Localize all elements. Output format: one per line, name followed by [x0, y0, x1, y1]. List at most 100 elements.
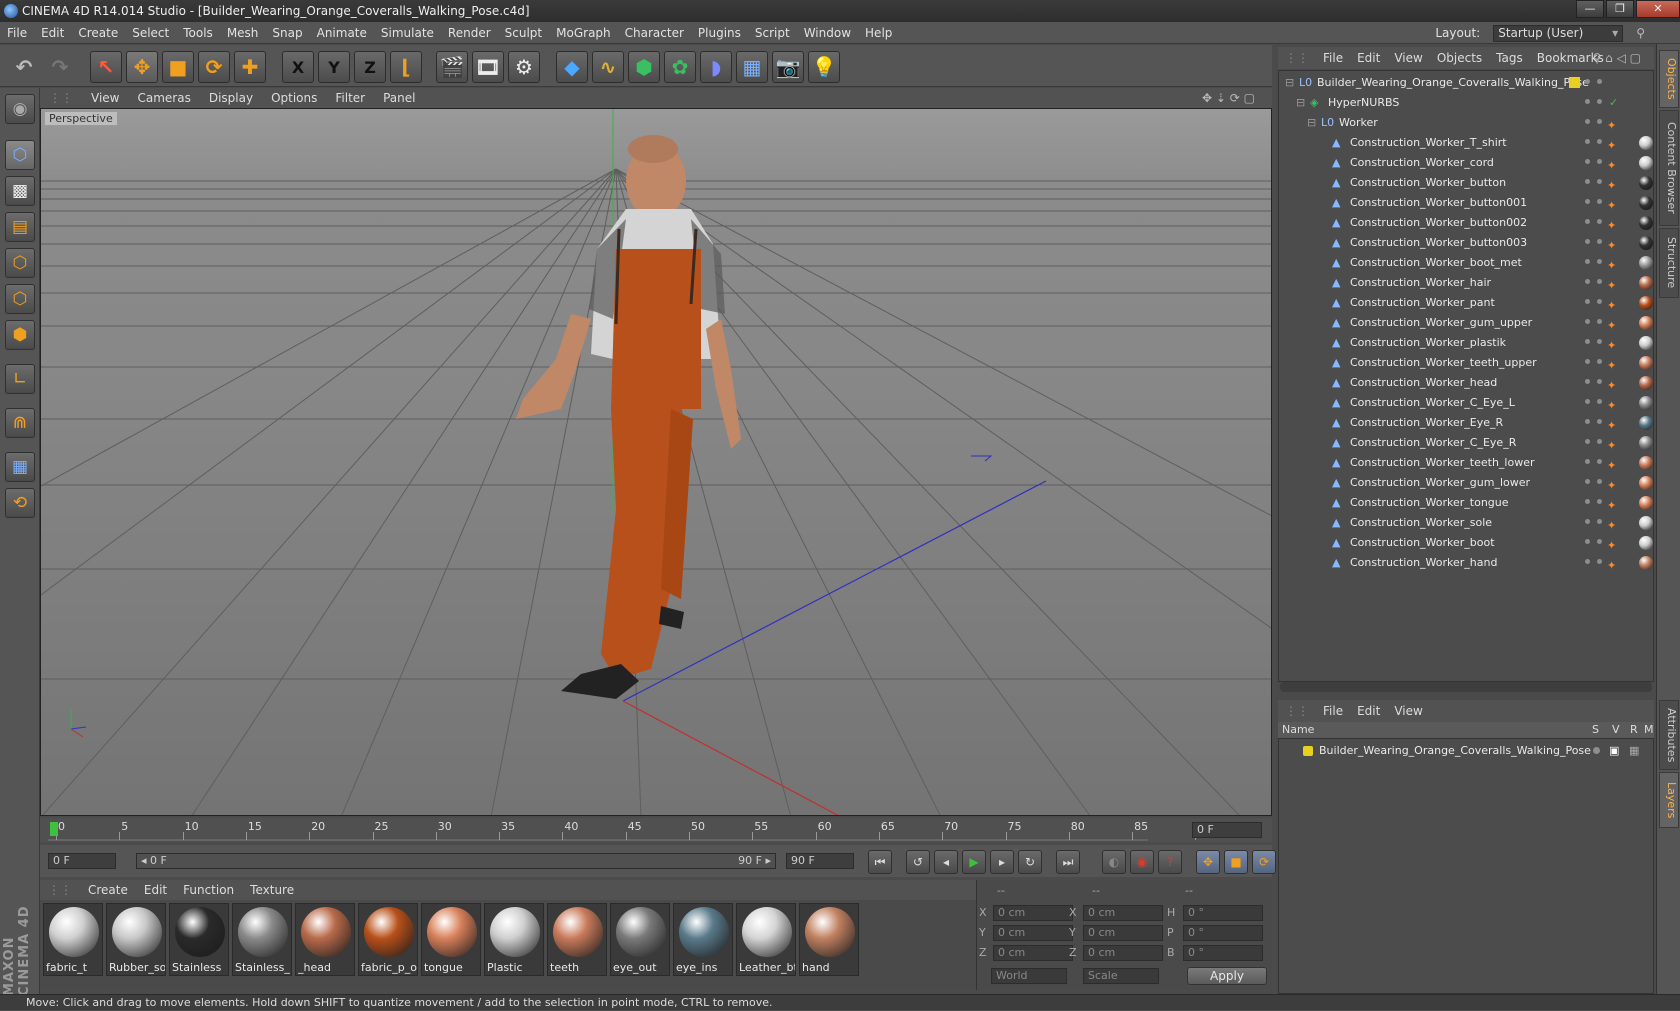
visibility-dots-icon[interactable]: [1585, 219, 1609, 227]
coord-value-field[interactable]: 0 cm: [993, 925, 1073, 941]
material-tag-icon[interactable]: [1639, 216, 1653, 230]
objects-menu-view[interactable]: View: [1387, 51, 1429, 65]
material-swatch[interactable]: tongue: [421, 903, 481, 976]
perspective-viewport[interactable]: Perspective: [40, 108, 1272, 816]
visibility-dots-icon[interactable]: [1585, 559, 1609, 567]
y-axis-icon[interactable]: Y: [318, 51, 350, 83]
viewport-menu-options[interactable]: Options: [262, 91, 326, 105]
material-tag-icon[interactable]: [1639, 316, 1653, 330]
nurbs-icon[interactable]: ⬢: [628, 51, 660, 83]
material-tag-icon[interactable]: [1639, 556, 1653, 570]
mograph-icon[interactable]: ✿: [664, 51, 696, 83]
visibility-dots-icon[interactable]: [1585, 139, 1609, 147]
menu-create[interactable]: Create: [71, 26, 125, 40]
close-button[interactable]: ✕: [1636, 0, 1680, 18]
object-row[interactable]: ▲ Construction_Worker_hair ✦: [1279, 273, 1653, 293]
next-frame-icon[interactable]: ▸: [990, 850, 1014, 874]
redo-icon[interactable]: ↷: [44, 51, 76, 83]
axis-mode-icon[interactable]: ∟: [5, 364, 35, 394]
visibility-dots-icon[interactable]: [1585, 359, 1609, 367]
menu-character[interactable]: Character: [618, 26, 691, 40]
enabled-check-icon[interactable]: ✓: [1609, 93, 1618, 113]
autokey-icon[interactable]: ◉: [1130, 850, 1154, 874]
magnet-icon[interactable]: ⋒: [5, 408, 35, 438]
layer-color-swatch[interactable]: [1303, 746, 1313, 756]
previous-key-icon[interactable]: ↺: [906, 850, 930, 874]
tab-layers[interactable]: Layers: [1659, 772, 1679, 828]
object-row[interactable]: ▲ Construction_Worker_button003 ✦: [1279, 233, 1653, 253]
cube-icon[interactable]: ◆: [556, 51, 588, 83]
visibility-dots-icon[interactable]: [1585, 399, 1609, 407]
key-rotation-icon[interactable]: ⟳: [1252, 850, 1276, 874]
tab-content-browser[interactable]: Content Browser: [1659, 110, 1679, 226]
object-row[interactable]: ▲ Construction_Worker_teeth_lower ✦: [1279, 453, 1653, 473]
menu-script[interactable]: Script: [748, 26, 797, 40]
texture-mode-icon[interactable]: ▩: [5, 176, 35, 206]
add-icon[interactable]: ✚: [234, 51, 266, 83]
rotate-icon[interactable]: ⟳: [198, 51, 230, 83]
viewport-menu-display[interactable]: Display: [200, 91, 262, 105]
visibility-dots-icon[interactable]: [1585, 199, 1609, 207]
menu-snap[interactable]: Snap: [265, 26, 309, 40]
spline-icon[interactable]: ∿: [592, 51, 624, 83]
material-swatch[interactable]: teeth: [547, 903, 607, 976]
material-swatch[interactable]: fabric_p_o: [358, 903, 418, 976]
visibility-dots-icon[interactable]: [1585, 119, 1609, 127]
material-tag-icon[interactable]: [1639, 296, 1653, 310]
visibility-dots-icon[interactable]: [1585, 459, 1609, 467]
key-position-icon[interactable]: ✥: [1196, 850, 1220, 874]
object-row[interactable]: ▲ Construction_Worker_head ✦: [1279, 373, 1653, 393]
material-tag-icon[interactable]: [1639, 436, 1653, 450]
material-swatch[interactable]: Rubber_so: [106, 903, 166, 976]
expand-toggle-icon[interactable]: ⊟: [1296, 93, 1305, 113]
material-swatch[interactable]: Stainless: [169, 903, 229, 976]
keyframe-selection-icon[interactable]: ?: [1158, 850, 1182, 874]
minimize-button[interactable]: —: [1576, 0, 1604, 18]
scale-icon[interactable]: ■: [162, 51, 194, 83]
menu-plugins[interactable]: Plugins: [691, 26, 748, 40]
live-selection-icon[interactable]: ↖: [90, 51, 122, 83]
menu-mograph[interactable]: MoGraph: [549, 26, 618, 40]
render-picture-viewer-icon[interactable]: 🎞: [472, 51, 504, 83]
key-scale-icon[interactable]: ■: [1224, 850, 1248, 874]
menu-file[interactable]: File: [0, 26, 34, 40]
material-tag-icon[interactable]: [1639, 236, 1653, 250]
material-swatch[interactable]: eye_out: [610, 903, 670, 976]
viewport-menu-panel[interactable]: Panel: [374, 91, 424, 105]
object-row[interactable]: ▲ Construction_Worker_cord ✦: [1279, 153, 1653, 173]
coord-value-field[interactable]: 0 cm: [1083, 945, 1163, 961]
workplane-icon[interactable]: ▤: [5, 212, 35, 242]
phong-tag-icon[interactable]: ✦: [1607, 556, 1616, 576]
objects-menu-objects[interactable]: Objects: [1430, 51, 1489, 65]
object-row[interactable]: ▲ Construction_Worker_button ✦: [1279, 173, 1653, 193]
menu-animate[interactable]: Animate: [310, 26, 374, 40]
make-editable-icon[interactable]: ◉: [5, 94, 35, 124]
material-menu-texture[interactable]: Texture: [242, 883, 302, 897]
coordinate-system-icon[interactable]: ⌊: [390, 51, 422, 83]
material-tag-icon[interactable]: [1639, 456, 1653, 470]
next-key-icon[interactable]: ↻: [1018, 850, 1042, 874]
material-tag-icon[interactable]: [1639, 156, 1653, 170]
points-mode-icon[interactable]: ⬡: [5, 248, 35, 278]
material-tag-icon[interactable]: [1639, 516, 1653, 530]
play-icon[interactable]: ▶: [962, 850, 986, 874]
viewport-menu-cameras[interactable]: Cameras: [128, 91, 199, 105]
layout-select[interactable]: Startup (User): [1493, 24, 1624, 42]
visibility-dots-icon[interactable]: [1585, 419, 1609, 427]
material-swatch[interactable]: Stainless_: [232, 903, 292, 976]
start-frame-field[interactable]: 0 F: [48, 853, 116, 869]
maximize-button[interactable]: ❐: [1606, 0, 1634, 18]
material-tag-icon[interactable]: [1639, 176, 1653, 190]
expand-toggle-icon[interactable]: ⊟: [1307, 113, 1316, 133]
z-axis-icon[interactable]: Z: [354, 51, 386, 83]
object-list-scrollbar[interactable]: [1280, 682, 1652, 692]
material-tag-icon[interactable]: [1639, 276, 1653, 290]
timeline-ruler[interactable]: [48, 818, 1148, 842]
coord-value-field[interactable]: 0 cm: [993, 945, 1073, 961]
record-keys-icon[interactable]: ◐: [1102, 850, 1126, 874]
polygons-mode-icon[interactable]: ⬢: [5, 320, 35, 350]
object-row[interactable]: ▲ Construction_Worker_sole ✦: [1279, 513, 1653, 533]
apply-button[interactable]: Apply: [1187, 967, 1267, 985]
objects-menu-edit[interactable]: Edit: [1350, 51, 1387, 65]
object-row[interactable]: ⊟ ◈ HyperNURBS ✓: [1279, 93, 1653, 113]
